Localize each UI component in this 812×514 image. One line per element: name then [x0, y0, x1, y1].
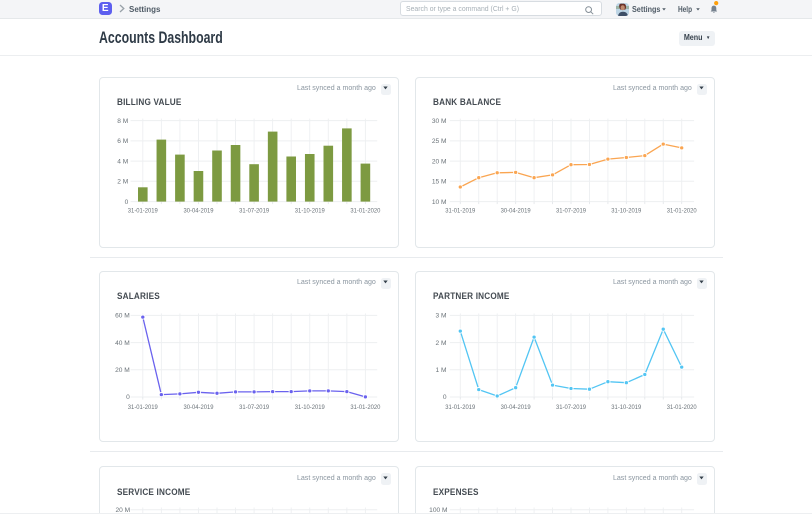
svg-text:2 M: 2 M — [117, 178, 128, 185]
svg-text:30-04-2019: 30-04-2019 — [184, 207, 214, 214]
svg-text:31-01-2019: 31-01-2019 — [445, 207, 475, 214]
svg-text:10 M: 10 M — [432, 198, 447, 205]
svg-text:0: 0 — [125, 198, 129, 205]
svg-text:31-07-2019: 31-07-2019 — [239, 207, 269, 214]
svg-text:8 M: 8 M — [117, 117, 128, 124]
svg-text:31-01-2020: 31-01-2020 — [350, 403, 380, 410]
svg-text:1 M: 1 M — [436, 367, 447, 374]
svg-text:31-01-2019: 31-01-2019 — [128, 207, 158, 214]
svg-text:40 M: 40 M — [115, 339, 130, 346]
svg-text:31-01-2019: 31-01-2019 — [445, 403, 475, 410]
svg-text:30 M: 30 M — [432, 117, 447, 124]
svg-text:0: 0 — [443, 394, 447, 401]
svg-text:31-01-2020: 31-01-2020 — [667, 207, 697, 214]
svg-text:3 M: 3 M — [436, 312, 447, 319]
svg-text:31-01-2020: 31-01-2020 — [667, 403, 697, 410]
svg-text:6 M: 6 M — [117, 138, 128, 145]
svg-text:60 M: 60 M — [115, 312, 130, 319]
svg-text:31-07-2019: 31-07-2019 — [556, 403, 586, 410]
svg-text:4 M: 4 M — [117, 158, 128, 165]
svg-text:31-07-2019: 31-07-2019 — [239, 403, 269, 410]
svg-text:31-10-2019: 31-10-2019 — [295, 403, 325, 410]
svg-text:20 M: 20 M — [432, 158, 447, 165]
svg-text:15 M: 15 M — [432, 178, 447, 185]
svg-text:31-01-2020: 31-01-2020 — [350, 207, 380, 214]
svg-text:20 M: 20 M — [115, 367, 130, 374]
svg-text:0: 0 — [126, 394, 130, 401]
svg-text:31-10-2019: 31-10-2019 — [611, 403, 641, 410]
svg-text:25 M: 25 M — [432, 138, 447, 145]
svg-text:30-04-2019: 30-04-2019 — [501, 207, 531, 214]
svg-text:31-07-2019: 31-07-2019 — [556, 207, 586, 214]
svg-text:31-01-2019: 31-01-2019 — [128, 403, 158, 410]
svg-text:30-04-2019: 30-04-2019 — [184, 403, 214, 410]
svg-text:31-10-2019: 31-10-2019 — [295, 207, 325, 214]
svg-text:2 M: 2 M — [436, 339, 447, 346]
svg-text:31-10-2019: 31-10-2019 — [611, 207, 641, 214]
svg-text:30-04-2019: 30-04-2019 — [501, 403, 531, 410]
